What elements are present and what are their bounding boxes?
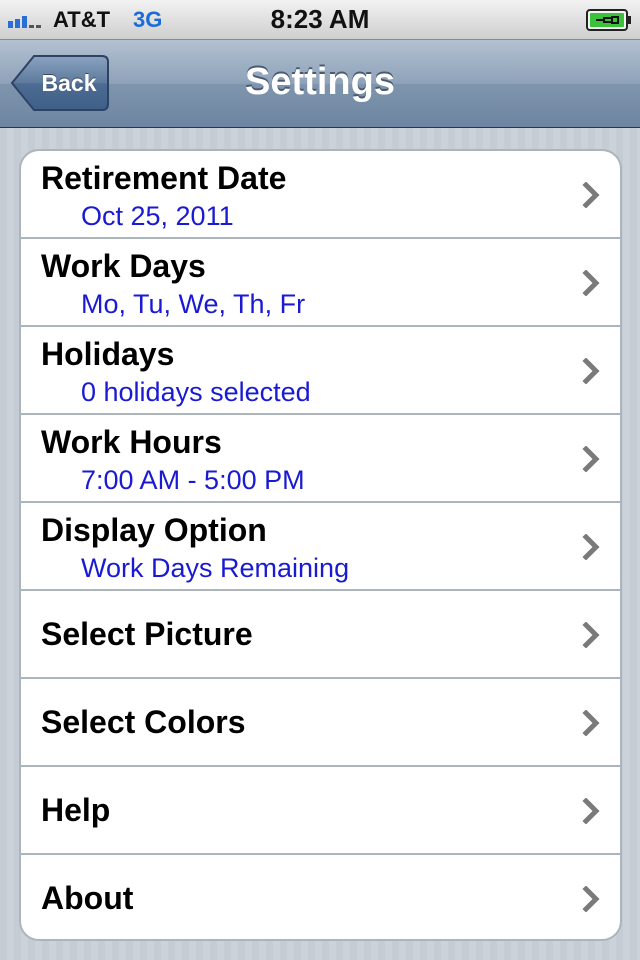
navigation-bar: Back Settings bbox=[0, 40, 640, 128]
row-title: Retirement Date bbox=[41, 160, 287, 196]
chevron-right-icon bbox=[582, 358, 600, 384]
page-title: Settings bbox=[245, 61, 395, 103]
settings-row-work-hours[interactable]: Work Hours 7:00 AM - 5:00 PM bbox=[21, 415, 620, 503]
chevron-right-icon bbox=[582, 446, 600, 472]
row-title: Help bbox=[41, 792, 111, 828]
settings-list: Retirement Date Oct 25, 2011 Work Days M… bbox=[19, 149, 622, 941]
chevron-right-icon bbox=[582, 534, 600, 560]
settings-row-work-days[interactable]: Work Days Mo, Tu, We, Th, Fr bbox=[21, 239, 620, 327]
chevron-right-icon bbox=[582, 886, 600, 912]
row-value: Mo, Tu, We, Th, Fr bbox=[81, 289, 306, 319]
chevron-right-icon bbox=[582, 622, 600, 648]
row-value: Oct 25, 2011 bbox=[81, 201, 234, 231]
row-title: Select Picture bbox=[41, 616, 253, 652]
settings-row-retirement-date[interactable]: Retirement Date Oct 25, 2011 bbox=[21, 151, 620, 239]
row-value: 0 holidays selected bbox=[81, 377, 311, 407]
row-value: Work Days Remaining bbox=[81, 553, 350, 583]
chevron-right-icon bbox=[582, 182, 600, 208]
row-title: Work Hours bbox=[41, 424, 222, 460]
settings-row-about[interactable]: About bbox=[21, 855, 620, 939]
row-title: Holidays bbox=[41, 336, 175, 372]
settings-row-display-option[interactable]: Display Option Work Days Remaining bbox=[21, 503, 620, 591]
row-title: Work Days bbox=[41, 248, 206, 284]
settings-row-select-picture[interactable]: Select Picture bbox=[21, 591, 620, 679]
row-value: 7:00 AM - 5:00 PM bbox=[81, 465, 305, 495]
battery-charging-icon bbox=[586, 9, 631, 31]
settings-row-holidays[interactable]: Holidays 0 holidays selected bbox=[21, 327, 620, 415]
settings-row-help[interactable]: Help bbox=[21, 767, 620, 855]
row-title: Display Option bbox=[41, 512, 267, 548]
status-bar: AT&T 3G 8:23 AM bbox=[0, 0, 640, 40]
chevron-right-icon bbox=[582, 798, 600, 824]
chevron-right-icon bbox=[582, 270, 600, 296]
chevron-right-icon bbox=[582, 710, 600, 736]
row-title: About bbox=[41, 880, 134, 916]
status-time: 8:23 AM bbox=[270, 4, 370, 34]
settings-row-select-colors[interactable]: Select Colors bbox=[21, 679, 620, 767]
row-title: Select Colors bbox=[41, 704, 246, 740]
